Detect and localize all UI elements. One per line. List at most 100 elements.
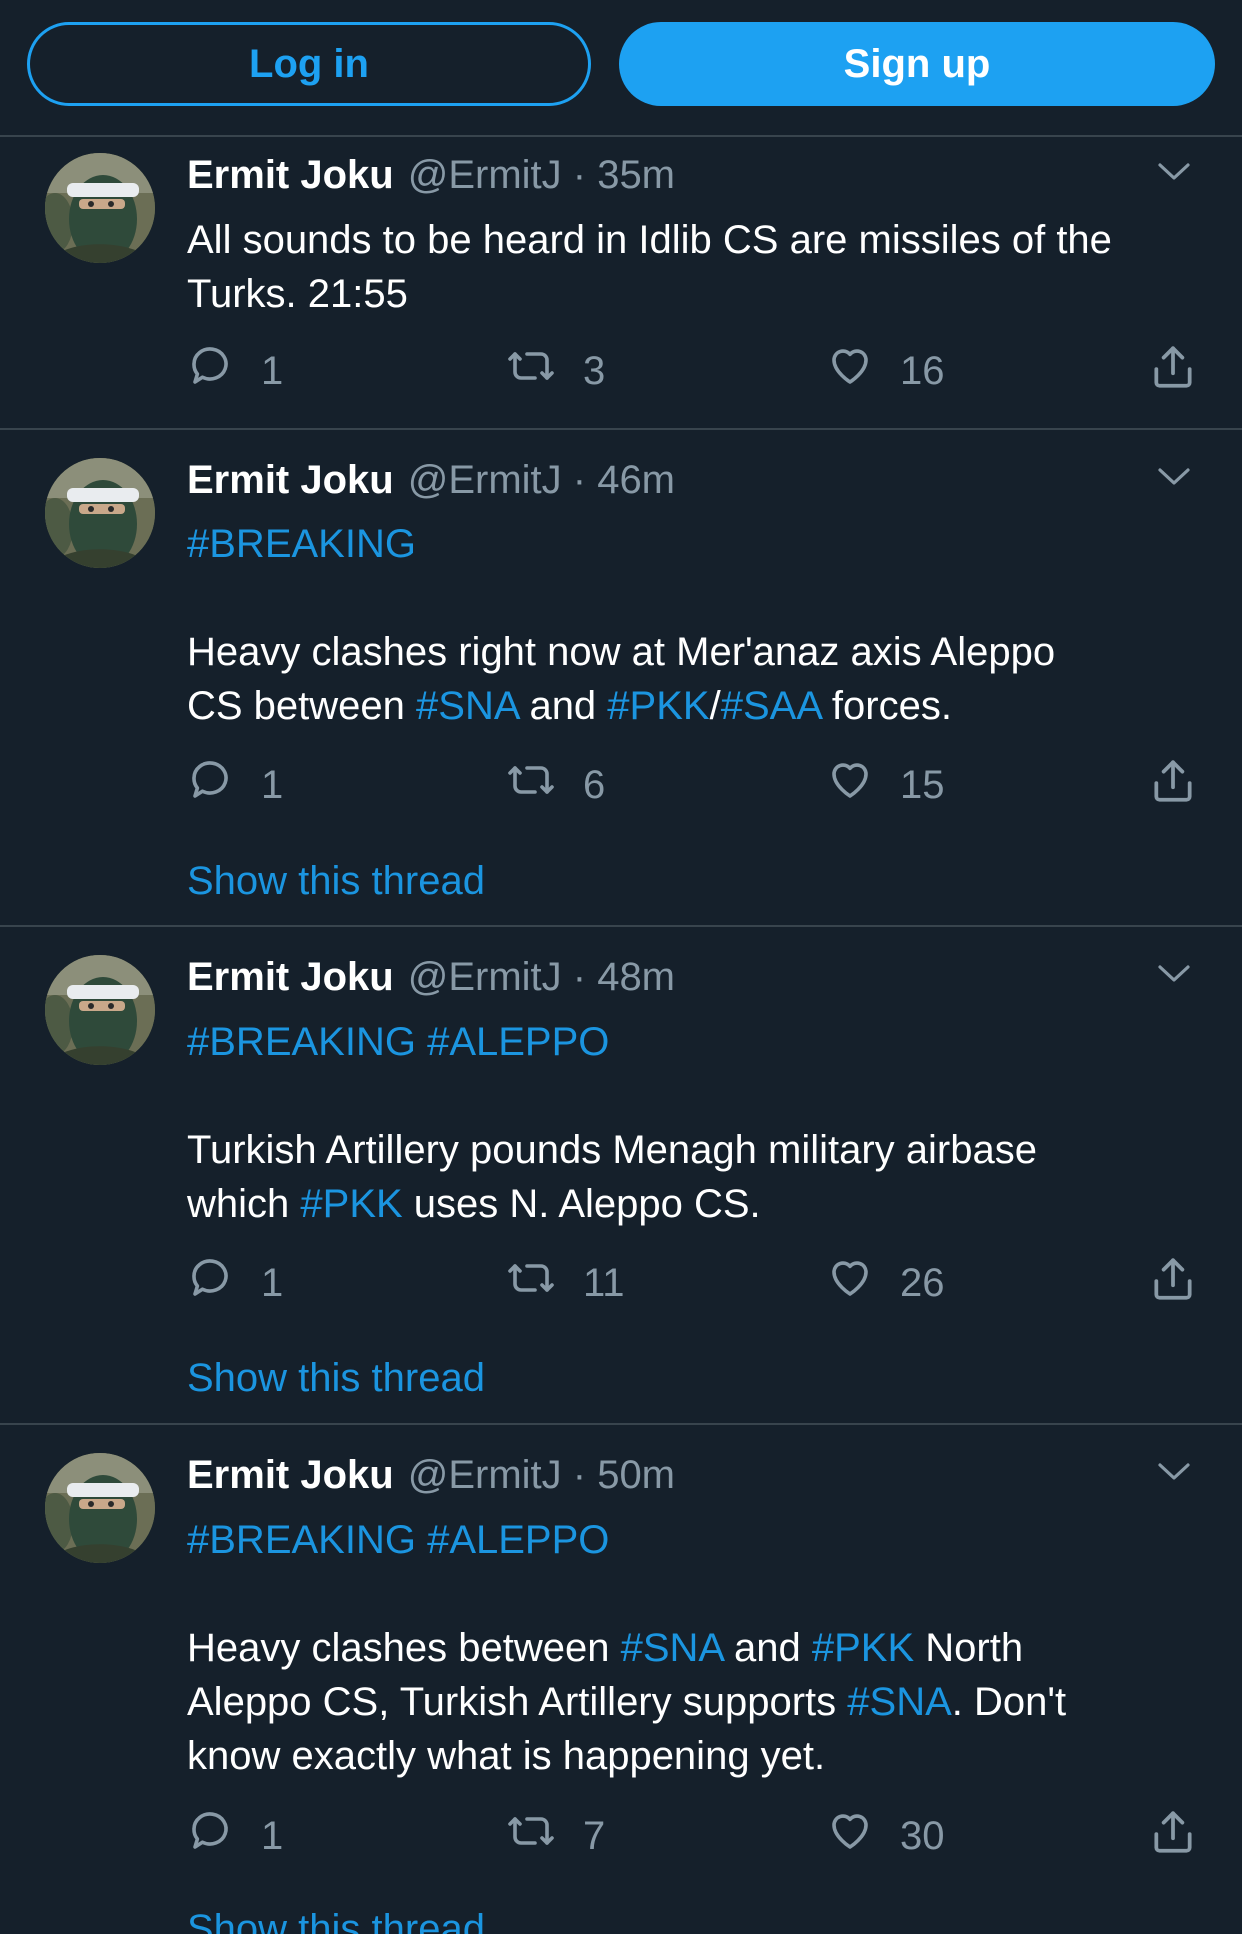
author-name[interactable]: Ermit Joku xyxy=(187,153,394,198)
show-thread-link[interactable]: Show this thread xyxy=(187,1907,485,1934)
tweet-text-line: which #PKK uses N. Aleppo CS. xyxy=(187,1177,1207,1231)
reply-button[interactable]: 1 xyxy=(187,756,283,814)
tweet-text-segment: forces. xyxy=(820,684,952,728)
hashtag-link[interactable]: #SAA xyxy=(721,684,821,728)
hashtag-link[interactable]: #SNA xyxy=(416,684,518,728)
reply-count: 1 xyxy=(261,348,284,393)
tweet-text-line: #BREAKING #ALEPPO xyxy=(187,1015,1207,1069)
hashtag-link[interactable]: #SNA xyxy=(847,1680,952,1724)
retweet-button[interactable]: 7 xyxy=(505,1807,605,1865)
tweet[interactable]: Ermit Joku @ErmitJ · 48m #BREAKING #ALEP… xyxy=(0,927,1242,1425)
tweet-text: #BREAKING #ALEPPO Turkish Artillery pound… xyxy=(187,1015,1207,1231)
author-name[interactable]: Ermit Joku xyxy=(187,1453,394,1498)
like-count: 26 xyxy=(900,1260,945,1305)
tweet-text-segment: know exactly what is happening yet. xyxy=(187,1734,826,1778)
tweet-text-segment: North xyxy=(914,1626,1024,1670)
retweet-icon xyxy=(505,1254,583,1312)
tweet-text-segment: and xyxy=(722,1626,812,1670)
tweet-actions: 1 6 15 xyxy=(0,756,1242,816)
reply-button[interactable]: 1 xyxy=(187,1254,283,1312)
like-button[interactable]: 16 xyxy=(826,342,945,400)
share-icon xyxy=(1148,1807,1224,1867)
author-handle-time: @ErmitJ · 50m xyxy=(407,1453,676,1497)
tweet-text-line xyxy=(187,1069,1207,1123)
like-button[interactable]: 26 xyxy=(826,1254,945,1312)
share-button[interactable] xyxy=(1148,1807,1224,1867)
tweet-text-line: #BREAKING #ALEPPO xyxy=(187,1513,1207,1567)
tweet-text-segment: / xyxy=(709,684,721,728)
tweet-text-line: Aleppo CS, Turkish Artillery supports #S… xyxy=(187,1675,1207,1729)
avatar[interactable] xyxy=(45,153,155,263)
tweet-text-segment: Turkish Artillery pounds Menagh military… xyxy=(187,1128,1037,1172)
tweet-text-segment: Turks. 21:55 xyxy=(187,272,408,316)
avatar[interactable] xyxy=(45,1453,155,1563)
tweet-text-segment: Heavy clashes between xyxy=(187,1626,621,1670)
tweet-text: All sounds to be heard in Idlib CS are m… xyxy=(187,213,1207,321)
retweet-button[interactable]: 11 xyxy=(505,1254,625,1312)
tweet-text: #BREAKING #ALEPPO Heavy clashes between #… xyxy=(187,1513,1207,1783)
reply-icon xyxy=(187,1807,261,1865)
author-name[interactable]: Ermit Joku xyxy=(187,955,394,1000)
tweet-actions: 1 3 16 xyxy=(0,342,1242,402)
like-count: 15 xyxy=(900,762,945,807)
tweet-text-line: know exactly what is happening yet. xyxy=(187,1729,1207,1783)
retweet-icon xyxy=(505,1807,583,1865)
hashtag-link[interactable]: #BREAKING #ALEPPO xyxy=(187,1020,609,1064)
reply-button[interactable]: 1 xyxy=(187,342,283,400)
tweet-actions: 1 7 30 xyxy=(0,1807,1242,1867)
heart-icon xyxy=(826,1807,900,1865)
tweet-text: #BREAKING Heavy clashes right now at Mer'… xyxy=(187,517,1207,733)
login-button[interactable]: Log in xyxy=(27,22,591,106)
share-icon xyxy=(1148,1254,1224,1314)
retweet-icon xyxy=(505,342,583,400)
tweet-text-line: Turks. 21:55 xyxy=(187,267,1207,321)
hashtag-link[interactable]: #PKK xyxy=(607,684,709,728)
retweet-button[interactable]: 6 xyxy=(505,756,605,814)
share-button[interactable] xyxy=(1148,1254,1224,1314)
tweet-text-line: All sounds to be heard in Idlib CS are m… xyxy=(187,213,1207,267)
tweet-text-segment: which xyxy=(187,1182,301,1226)
retweet-button[interactable]: 3 xyxy=(505,342,605,400)
hashtag-link[interactable]: #BREAKING xyxy=(187,522,416,566)
hashtag-link[interactable]: #SNA xyxy=(621,1626,723,1670)
tweet-text-segment: CS between xyxy=(187,684,417,728)
like-button[interactable]: 15 xyxy=(826,756,945,814)
chevron-down-icon[interactable] xyxy=(1156,466,1192,488)
reply-count: 1 xyxy=(261,1813,284,1858)
tweet-text-segment: All sounds to be heard in Idlib CS are m… xyxy=(187,218,1112,262)
show-thread-link[interactable]: Show this thread xyxy=(187,859,485,904)
signup-button[interactable]: Sign up xyxy=(619,22,1215,106)
avatar[interactable] xyxy=(45,458,155,568)
author-name[interactable]: Ermit Joku xyxy=(187,458,394,503)
retweet-count: 3 xyxy=(583,348,606,393)
tweet[interactable]: Ermit Joku @ErmitJ · 46m #BREAKING Heavy … xyxy=(0,430,1242,927)
show-thread-link[interactable]: Show this thread xyxy=(187,1356,485,1401)
tweet-text-line: Heavy clashes right now at Mer'anaz axis… xyxy=(187,625,1207,679)
tweet-text-segment: . Don't xyxy=(951,1680,1067,1724)
tweet[interactable]: Ermit Joku @ErmitJ · 50m #BREAKING #ALEP… xyxy=(0,1425,1242,1934)
heart-icon xyxy=(826,342,900,400)
tweet-text-segment: Heavy clashes right now at Mer'anaz axis… xyxy=(187,630,1056,674)
tweet-text-line: Turkish Artillery pounds Menagh military… xyxy=(187,1123,1207,1177)
reply-count: 1 xyxy=(261,762,284,807)
tweet[interactable]: Ermit Joku @ErmitJ · 35m All sounds to b… xyxy=(0,139,1242,430)
hashtag-link[interactable]: #PKK xyxy=(300,1182,402,1226)
author-handle-time: @ErmitJ · 48m xyxy=(407,955,676,999)
chevron-down-icon[interactable] xyxy=(1156,963,1192,985)
share-button[interactable] xyxy=(1148,756,1224,816)
hashtag-link[interactable]: #PKK xyxy=(812,1626,914,1670)
tweet-actions: 1 11 26 xyxy=(0,1254,1242,1314)
reply-button[interactable]: 1 xyxy=(187,1807,283,1865)
avatar[interactable] xyxy=(45,955,155,1065)
chevron-down-icon[interactable] xyxy=(1156,161,1192,183)
share-button[interactable] xyxy=(1148,342,1224,402)
tweet-text-segment: and xyxy=(518,684,608,728)
chevron-down-icon[interactable] xyxy=(1156,1461,1192,1483)
reply-icon xyxy=(187,1254,261,1312)
tweet-text-line: CS between #SNA and #PKK/#SAA forces. xyxy=(187,679,1207,733)
like-button[interactable]: 30 xyxy=(826,1807,945,1865)
hashtag-link[interactable]: #BREAKING #ALEPPO xyxy=(187,1518,609,1562)
like-count: 30 xyxy=(900,1813,945,1858)
tweet-text-line: #BREAKING xyxy=(187,517,1207,571)
author-handle-time: @ErmitJ · 46m xyxy=(407,458,676,502)
